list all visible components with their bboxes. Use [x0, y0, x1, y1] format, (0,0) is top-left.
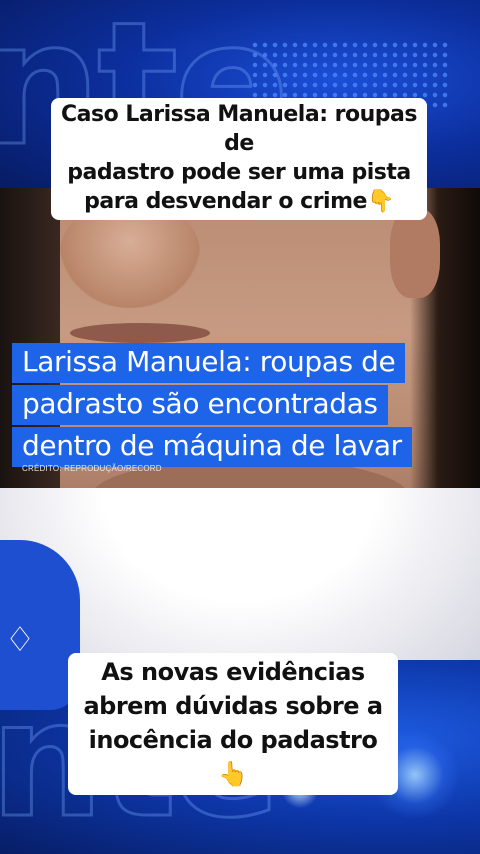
top-caption-line: padastro pode ser uma pista: [67, 160, 411, 185]
headline-line: Larissa Manuela: roupas de: [12, 343, 406, 383]
top-caption: Caso Larissa Manuela: roupas de padastro…: [51, 98, 427, 220]
broadcaster-logo-icon: ♢: [4, 621, 36, 659]
bottom-caption-line: inocência do padastro 👆: [88, 726, 378, 788]
bottom-caption: As novas evidências abrem dúvidas sobre …: [68, 653, 398, 795]
image-credit: CRÉDITO: REPRODUÇÃO/RECORD: [22, 464, 162, 473]
headline-line: dentro de máquina de lavar: [12, 427, 412, 467]
lips: [70, 323, 210, 343]
top-caption-line: Caso Larissa Manuela: roupas de: [61, 102, 417, 156]
video-frame: nte nte ♢ Caso Larissa Manuela: roupas d…: [0, 0, 480, 854]
bottom-caption-line: As novas evidências: [101, 658, 365, 686]
bottom-caption-line: abrem dúvidas sobre a: [83, 692, 383, 720]
news-headline: Larissa Manuela: roupas de padrasto são …: [12, 343, 447, 469]
ear: [390, 208, 440, 298]
headline-line: padrasto são encontradas: [12, 385, 388, 425]
top-caption-line: para desvendar o crime👇: [84, 189, 394, 214]
